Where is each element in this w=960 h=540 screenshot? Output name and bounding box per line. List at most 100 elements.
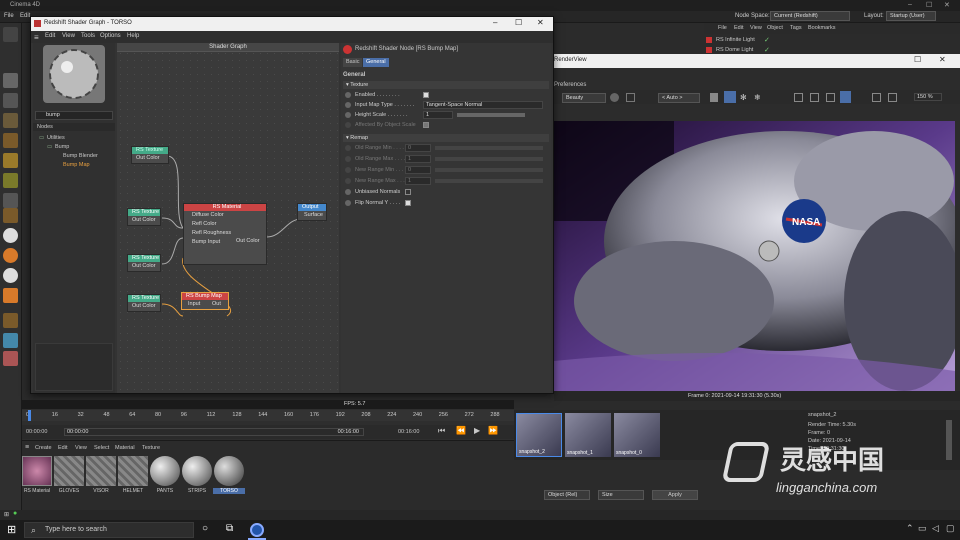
height-scale-slider[interactable] xyxy=(457,113,525,117)
sg-menu-help[interactable]: Help xyxy=(127,33,139,39)
sg-menu-tools[interactable]: Tools xyxy=(81,33,95,39)
link-icon[interactable] xyxy=(3,351,18,366)
snap-icon[interactable] xyxy=(3,208,18,223)
keyframe-icon[interactable] xyxy=(345,122,351,128)
windows-start-icon[interactable]: ⊞ xyxy=(7,523,16,536)
checker-icon[interactable] xyxy=(3,93,18,108)
minimize-icon[interactable]: – xyxy=(493,18,497,27)
record-icon[interactable] xyxy=(610,93,619,102)
tree-item-bump[interactable]: Bump xyxy=(55,144,69,150)
play-icon[interactable]: ▶ xyxy=(474,426,480,435)
affected-checkbox[interactable] xyxy=(423,122,429,128)
layout-dropdown[interactable]: Startup (User) xyxy=(886,11,936,21)
om-menu-tags[interactable]: Tags xyxy=(790,25,802,31)
unbiased-checkbox[interactable] xyxy=(405,189,411,195)
old-range-max-field[interactable]: 1 xyxy=(405,155,431,163)
render-icon[interactable] xyxy=(3,288,18,303)
om-menu-view[interactable]: View xyxy=(750,25,762,31)
om-menu-bookmarks[interactable]: Bookmarks xyxy=(808,25,836,31)
material-thumb[interactable] xyxy=(118,456,148,486)
om-menu-object[interactable]: Object xyxy=(767,25,783,31)
flip-normal-checkbox[interactable] xyxy=(405,200,411,206)
undo-icon[interactable] xyxy=(3,27,18,42)
close-icon[interactable]: ✕ xyxy=(537,18,544,27)
sg-menu-options[interactable]: Options xyxy=(100,33,121,39)
mm-menu-edit[interactable]: Edit xyxy=(58,445,67,451)
menu-file[interactable]: File xyxy=(4,13,14,19)
tree-item-bump-map[interactable]: Bump Map xyxy=(63,162,90,168)
node-rs-texture[interactable]: RS Texture Out Color xyxy=(131,146,169,164)
new-range-min-field[interactable]: 0 xyxy=(405,166,431,174)
section-texture[interactable]: ▾ Texture xyxy=(343,81,549,89)
sg-menu-view[interactable]: View xyxy=(62,33,75,39)
object-mode-icon[interactable] xyxy=(3,113,18,128)
tray-up-icon[interactable]: ⌃ xyxy=(906,523,914,534)
om-menu-edit[interactable]: Edit xyxy=(734,25,743,31)
node-rs-texture[interactable]: RS Texture Out Color xyxy=(127,254,161,272)
network-icon[interactable]: ▭ xyxy=(918,523,927,534)
end-time[interactable]: 00:16:00 xyxy=(398,429,419,435)
rv-menu-preferences[interactable]: Preferences xyxy=(554,82,586,88)
size-dropdown[interactable]: Size xyxy=(598,490,644,500)
lock-icon[interactable] xyxy=(710,93,718,102)
playhead[interactable] xyxy=(28,410,31,421)
zoom-field[interactable]: 150 % xyxy=(914,93,942,101)
timeline-ruler[interactable]: 0163248648096112128144160176192208224240… xyxy=(22,410,514,421)
step-forward-icon[interactable]: ⏩ xyxy=(488,426,498,435)
new-range-max-slider[interactable] xyxy=(435,179,543,183)
crop-icon[interactable] xyxy=(626,93,635,102)
node-output[interactable]: Output Surface xyxy=(297,203,327,221)
keyframe-icon[interactable] xyxy=(345,92,351,98)
texture-mode-icon[interactable] xyxy=(3,173,18,188)
cinema4d-taskbar-icon[interactable] xyxy=(250,523,264,537)
mm-menu-texture[interactable]: Texture xyxy=(142,445,160,451)
menu-edit[interactable]: Edit xyxy=(20,13,30,19)
snapshot-thumb[interactable]: snapshot_0 xyxy=(614,413,660,457)
region3-icon[interactable] xyxy=(826,93,835,102)
maximize-icon[interactable]: ☐ xyxy=(926,1,932,9)
old-range-max-slider[interactable] xyxy=(435,157,543,161)
hamburger-icon[interactable]: ≡ xyxy=(34,33,39,42)
input-map-type-dropdown[interactable]: Tangent-Space Normal xyxy=(423,101,543,109)
aov-dropdown[interactable]: Beauty xyxy=(562,93,606,103)
check-icon[interactable]: ✓ xyxy=(764,36,770,44)
minimize-icon[interactable]: ☐ xyxy=(914,55,921,64)
mm-menu-create[interactable]: Create xyxy=(35,445,52,451)
check-icon[interactable]: ✓ xyxy=(764,46,770,54)
apply-button[interactable]: Apply xyxy=(652,490,698,500)
keyframe-icon[interactable] xyxy=(345,102,351,108)
snowflake2-icon[interactable]: ❄ xyxy=(754,93,763,102)
snowflake-icon[interactable]: ✻ xyxy=(740,93,749,102)
material-thumb[interactable] xyxy=(182,456,212,486)
task-view-icon[interactable]: ⧉ xyxy=(226,523,233,534)
material-thumb[interactable] xyxy=(54,456,84,486)
go-to-start-icon[interactable]: ⏮ xyxy=(438,426,445,436)
display-icon[interactable] xyxy=(840,91,851,103)
node-space-dropdown[interactable]: Current (Redshift) xyxy=(770,11,850,21)
node-search-input[interactable]: bump xyxy=(35,111,113,120)
grid-icon[interactable] xyxy=(724,91,736,103)
node-rs-texture[interactable]: RS Texture Out Color xyxy=(127,208,161,226)
object-rel-dropdown[interactable]: Object (Rel) xyxy=(544,490,590,500)
snapshot-thumb[interactable]: snapshot_2 xyxy=(516,413,562,457)
material-thumb[interactable] xyxy=(214,456,244,486)
om-item[interactable]: RS Infinite Light xyxy=(716,37,755,43)
new-range-min-slider[interactable] xyxy=(435,168,543,172)
new-range-max-field[interactable]: 1 xyxy=(405,177,431,185)
node-graph-canvas[interactable]: Shader Graph RS Texture Out Color RS Tex… xyxy=(117,43,339,393)
hamburger-icon[interactable]: ≡ xyxy=(25,444,29,451)
tree-item-bump-blender[interactable]: Bump Blender xyxy=(63,153,98,159)
mm-menu-material[interactable]: Material xyxy=(115,445,135,451)
om-menu-file[interactable]: File xyxy=(718,25,727,31)
om-item[interactable]: RS Dome Light xyxy=(716,47,753,53)
edge-mode-icon[interactable] xyxy=(3,133,18,148)
enabled-checkbox[interactable] xyxy=(423,92,429,98)
taskbar-search[interactable]: ⌕ Type here to search xyxy=(24,522,194,538)
material-thumb[interactable] xyxy=(22,456,52,486)
keyframe-icon[interactable] xyxy=(345,112,351,118)
snapshot-thumb[interactable]: snapshot_1 xyxy=(565,413,611,457)
script-s-icon[interactable] xyxy=(3,228,18,243)
material-thumb[interactable] xyxy=(86,456,116,486)
region2-icon[interactable] xyxy=(810,93,819,102)
notification-icon[interactable]: ▢ xyxy=(946,523,955,534)
